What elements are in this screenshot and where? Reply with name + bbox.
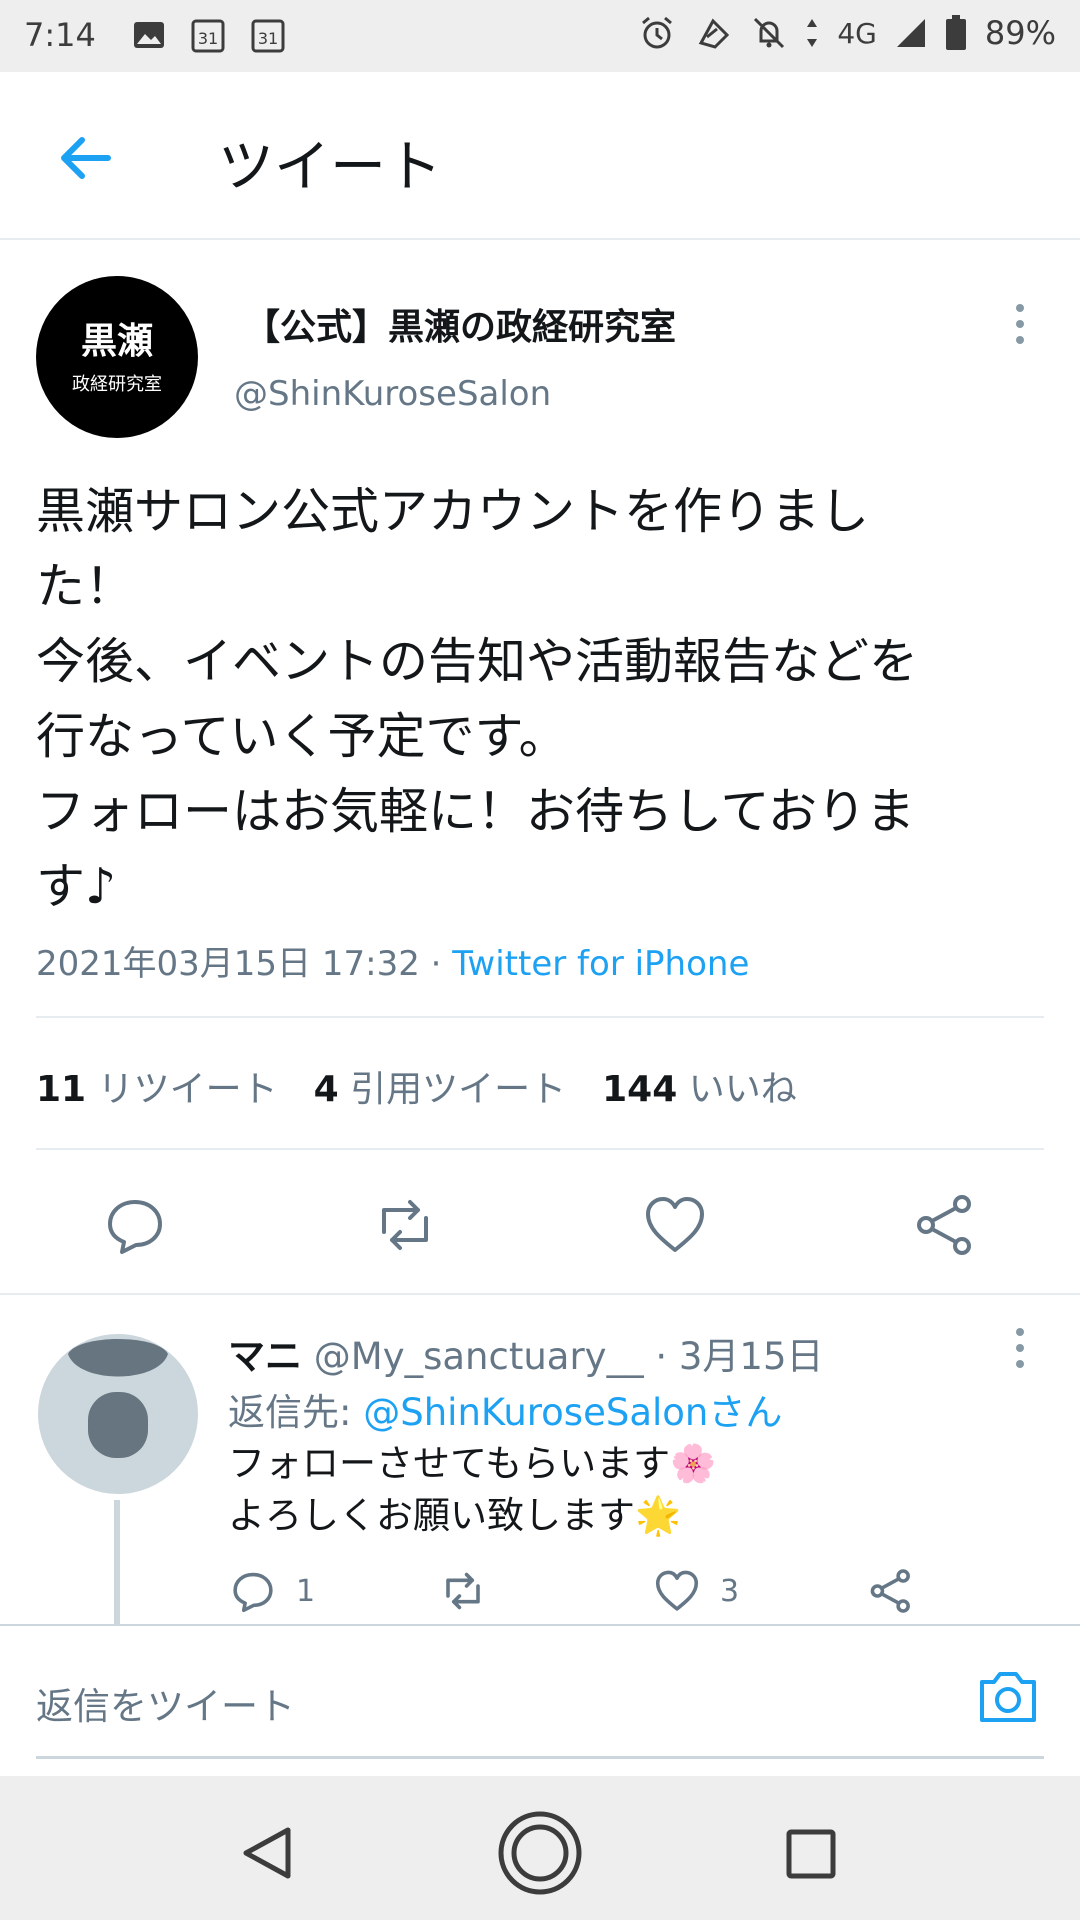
reply-to-line: 返信先: @ShinKuroseSalonさん	[228, 1382, 782, 1436]
divider	[36, 1148, 1044, 1150]
reply-to-handle[interactable]: @ShinKuroseSalonさん	[363, 1391, 782, 1434]
battery-percent: 89%	[984, 14, 1056, 52]
likes-count: 144	[602, 1069, 678, 1110]
nav-home-icon[interactable]	[495, 1808, 585, 1898]
signal-icon	[896, 19, 925, 47]
tweet-source-link[interactable]: Twitter for iPhone	[452, 944, 749, 984]
nfc-icon	[699, 18, 730, 49]
reply-action-bar: 1 3	[228, 1566, 1028, 1626]
reply-count: 1	[296, 1573, 316, 1609]
like-heart-icon[interactable]	[640, 1190, 710, 1260]
reply-like-button[interactable]: 3	[652, 1566, 739, 1616]
tweet-stats: 11 リツイート 4 引用ツイート 144 いいね	[36, 1060, 797, 1112]
avatar[interactable]: 黒瀬 政経研究室	[36, 276, 198, 438]
likes-label: いいね	[688, 1069, 797, 1110]
calendar-icon: 31	[251, 19, 285, 53]
tweet-text: 黒瀬サロン公式アカウントを作りまし た！ 今後、イベントの告知や活動報告などを …	[36, 483, 919, 915]
calendar-day-text: 31	[198, 29, 218, 48]
reply-share-button[interactable]	[866, 1566, 916, 1616]
reply-composer: 返信をツイート	[0, 1626, 1080, 1776]
input-underline	[36, 1756, 1044, 1759]
avatar-text-big: 黒瀬	[80, 320, 153, 362]
alarm-icon	[642, 16, 673, 49]
camera-icon[interactable]	[976, 1664, 1040, 1728]
calendar-day-text: 31	[258, 29, 278, 48]
retweets-label: リツイート	[97, 1069, 278, 1110]
reply-author-name[interactable]: マニ	[228, 1335, 302, 1378]
tweet-timestamp: 2021年03月15日 17:32 ·	[36, 944, 453, 984]
calendar-icon: 31	[191, 19, 225, 53]
retweets-stat[interactable]: 11 リツイート	[36, 1060, 278, 1112]
quotes-stat[interactable]: 4 引用ツイート	[314, 1060, 567, 1112]
network-type: 4G	[837, 16, 877, 50]
reply-to-label: 返信先:	[228, 1391, 364, 1434]
divider	[0, 1293, 1080, 1295]
reply-icon[interactable]	[100, 1190, 170, 1260]
reply-text: フォローさせてもらいます🌸 よろしくお願い致します🌟	[228, 1442, 717, 1537]
reply-input[interactable]: 返信をツイート	[36, 1676, 295, 1730]
author-name[interactable]: 【公式】黒瀬の政経研究室	[244, 298, 676, 350]
reply-date: · 3月15日	[655, 1335, 824, 1378]
page-title: ツイート	[218, 135, 442, 200]
nav-recents-icon[interactable]	[765, 1808, 855, 1898]
retweet-icon[interactable]	[370, 1190, 440, 1260]
more-options-icon[interactable]	[1010, 302, 1030, 346]
like-heart-icon	[655, 1570, 699, 1611]
likes-stat[interactable]: 144 いいね	[602, 1060, 797, 1112]
default-profile-icon	[68, 1339, 168, 1458]
thread-line	[114, 1500, 120, 1624]
more-options-icon[interactable]	[1010, 1326, 1030, 1370]
like-count: 3	[720, 1573, 740, 1609]
image-icon	[134, 22, 164, 48]
battery-icon	[945, 15, 966, 50]
reply-reply-button[interactable]: 1	[228, 1566, 315, 1616]
quotes-label: 引用ツイート	[350, 1069, 567, 1110]
status-bar: 7:14 31 31 4G 89%	[0, 0, 1080, 72]
reply-author-handle[interactable]: @My_sanctuary__	[314, 1335, 644, 1378]
reply-header: マニ @My_sanctuary__ · 3月15日	[228, 1326, 824, 1380]
data-arrows-icon	[807, 19, 818, 47]
system-icons: 4G 89%	[639, 14, 1056, 52]
reply-icon	[233, 1572, 273, 1613]
share-icon	[870, 1569, 910, 1613]
mute-icon	[754, 17, 785, 49]
retweets-count: 11	[36, 1069, 87, 1110]
system-nav-bar	[0, 1776, 1080, 1920]
status-time: 7:14	[24, 16, 96, 54]
retweet-icon	[446, 1572, 480, 1610]
top-app-bar: ツイート	[0, 72, 1080, 240]
back-arrow-icon[interactable]	[56, 128, 116, 188]
divider	[36, 1016, 1044, 1018]
tweet-action-bar	[0, 1190, 1080, 1270]
avatar-text-small: 政経研究室	[72, 374, 162, 395]
notification-icons: 31 31	[132, 16, 286, 54]
author-handle[interactable]: @ShinKuroseSalon	[234, 374, 551, 414]
tweet-meta: 2021年03月15日 17:32 · Twitter for iPhone	[36, 936, 749, 985]
reply-avatar[interactable]	[38, 1334, 198, 1494]
quotes-count: 4	[313, 1069, 339, 1110]
nav-back-icon[interactable]	[222, 1808, 312, 1898]
share-icon[interactable]	[910, 1190, 980, 1260]
reply-retweet-button[interactable]	[438, 1566, 488, 1616]
